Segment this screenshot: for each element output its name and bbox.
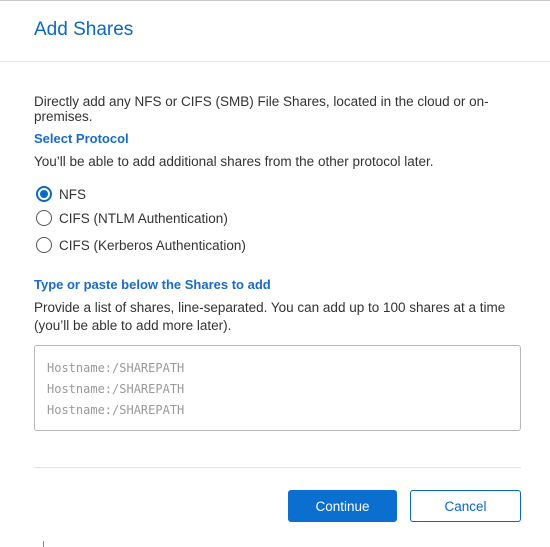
radio-unchecked-icon[interactable] — [36, 210, 52, 226]
select-protocol-help: You’ll be able to add additional shares … — [34, 154, 434, 169]
placeholder-line: Hostname:/SHAREPATH — [47, 403, 185, 417]
dialog-title: Add Shares — [34, 19, 134, 40]
radio-option-nfs[interactable]: NFS — [36, 184, 86, 204]
add-shares-dialog: Add Shares Directly add any NFS or CIFS … — [0, 0, 550, 547]
radio-label-cifs-ntlm: CIFS (NTLM Authentication) — [59, 210, 228, 226]
radio-label-nfs: NFS — [59, 186, 86, 202]
shares-help: Provide a list of shares, line-separated… — [34, 300, 506, 333]
radio-unchecked-icon[interactable] — [36, 237, 52, 253]
continue-button[interactable]: Continue — [288, 490, 397, 522]
text-cursor-mark — [43, 541, 44, 547]
placeholder-line: Hostname:/SHAREPATH — [47, 361, 185, 375]
dialog-header: Add Shares — [0, 0, 550, 62]
placeholder-line: Hostname:/SHAREPATH — [47, 382, 185, 396]
radio-option-cifs-ntlm[interactable]: CIFS (NTLM Authentication) — [36, 208, 228, 228]
radio-checked-icon[interactable] — [36, 186, 52, 202]
shares-textarea[interactable]: Hostname:/SHAREPATH Hostname:/SHAREPATH … — [34, 345, 521, 431]
radio-label-cifs-kerberos: CIFS (Kerberos Authentication) — [59, 237, 246, 253]
radio-option-cifs-kerberos[interactable]: CIFS (Kerberos Authentication) — [36, 235, 246, 255]
shares-heading: Type or paste below the Shares to add — [34, 277, 271, 292]
cancel-button[interactable]: Cancel — [410, 490, 521, 522]
select-protocol-heading: Select Protocol — [34, 131, 129, 146]
dialog-intro-text: Directly add any NFS or CIFS (SMB) File … — [34, 94, 489, 124]
footer-divider — [34, 467, 521, 468]
